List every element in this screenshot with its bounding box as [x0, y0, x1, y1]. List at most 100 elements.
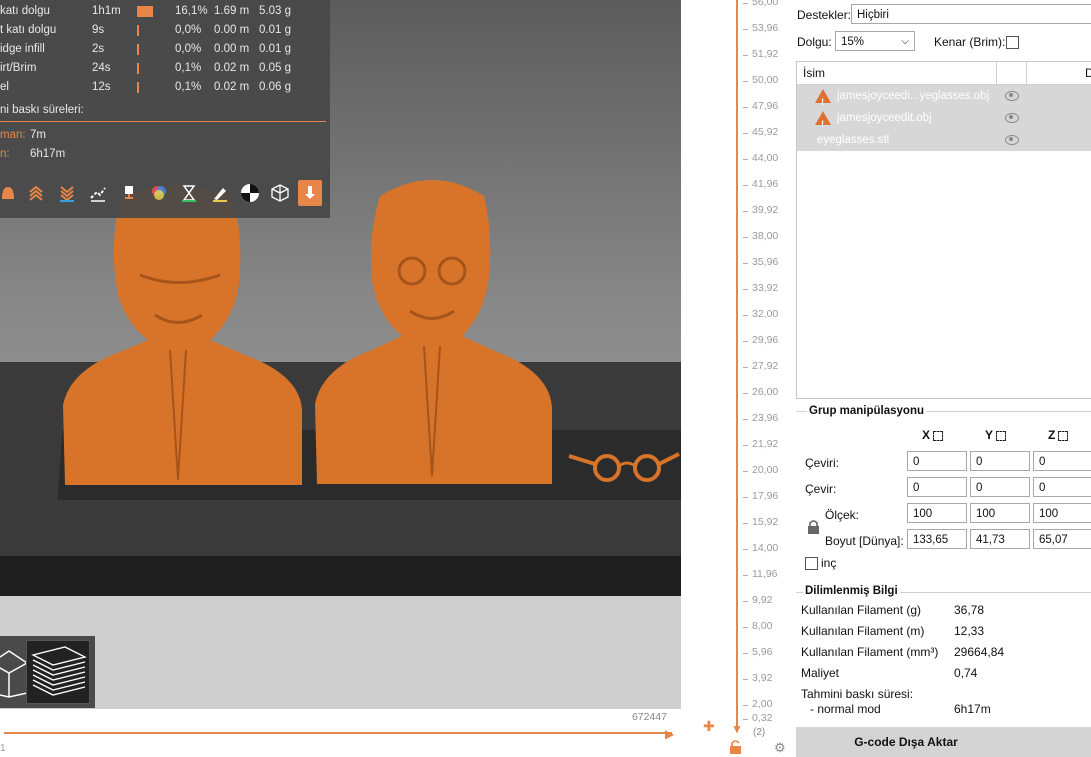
- layer-tick-label: 41,96: [752, 178, 779, 190]
- bottom-layer-icon[interactable]: [55, 180, 79, 206]
- travel-moves-icon[interactable]: [86, 180, 110, 206]
- export-gcode-button[interactable]: G-code Dışa Aktar: [796, 727, 1091, 757]
- inch-checkbox[interactable]: [805, 557, 818, 570]
- bust-model-left[interactable]: [60, 180, 305, 490]
- layer-tick-label: 51,92: [752, 48, 779, 60]
- estimate-row: man: 7m: [0, 126, 330, 144]
- layer-slider-handle-icon[interactable]: ▼: [731, 722, 743, 736]
- shell-icon[interactable]: [0, 180, 20, 206]
- bust-model-right[interactable]: [312, 176, 557, 488]
- layer-slider[interactable]: 56,00 53,96 51,92 50,00 47,96 45,92 44,00 41,96…: [681, 0, 791, 757]
- rotate-z-input[interactable]: 0: [1033, 477, 1091, 497]
- hourglass-icon[interactable]: [177, 180, 201, 206]
- stats-separator: [0, 121, 326, 122]
- export-icon[interactable]: [298, 180, 322, 206]
- move-slider[interactable]: 672447 ▶ 1: [0, 709, 681, 757]
- supports-label: Destekler:: [797, 8, 852, 22]
- layer-slider-track[interactable]: [736, 0, 738, 732]
- layer-tick-mark: [743, 445, 748, 446]
- move-counter: 672447: [631, 711, 667, 723]
- translate-y-input[interactable]: 0: [970, 451, 1030, 471]
- size-y-input[interactable]: 41,73: [970, 529, 1030, 549]
- preview-layers-button[interactable]: [26, 640, 90, 704]
- eyeglasses-model[interactable]: [565, 448, 681, 488]
- stats-row: katı dolgu 1h1m 16,1% 1.69 m 5.03 g: [0, 2, 330, 20]
- estimate-value: 6h17m: [30, 148, 66, 160]
- axis-box-icon: [1058, 430, 1069, 441]
- brim-checkbox[interactable]: [1006, 36, 1019, 49]
- infill-select[interactable]: 15% ⌵: [835, 31, 915, 51]
- move-slider-start: 1: [0, 743, 6, 754]
- rotate-label: Çevir:: [805, 482, 837, 496]
- layer-tick-label: 17,96: [752, 490, 779, 502]
- paint-edit-icon[interactable]: [208, 180, 232, 206]
- sliced-info-title: Dilimlenmiş Bilgi: [803, 585, 900, 597]
- list-item[interactable]: jamesjoyceedi...yeglasses.obj: [797, 85, 1091, 113]
- size-z-input[interactable]: 65,07: [1033, 529, 1091, 549]
- axis-x-label: X: [922, 428, 931, 442]
- rotate-x-input[interactable]: 0: [907, 477, 967, 497]
- stats-row: irt/Brim 24s 0,1% 0.02 m 0.05 g: [0, 59, 330, 77]
- seam-icon[interactable]: [238, 180, 262, 206]
- feature-color-swatch: [137, 63, 139, 74]
- move-slider-track[interactable]: [4, 732, 672, 734]
- rotate-y-input[interactable]: 0: [970, 477, 1030, 497]
- feature-label: katı dolgu: [0, 5, 50, 17]
- feature-label: idge infill: [0, 43, 45, 55]
- translate-z-input[interactable]: 0: [1033, 451, 1091, 471]
- layer-tick-mark: [743, 341, 748, 342]
- layer-tick-label: 45,92: [752, 126, 779, 138]
- supports-select[interactable]: Hiçbiri: [851, 4, 1091, 24]
- scale-y-input[interactable]: 100: [970, 503, 1030, 523]
- layer-tick-mark: [743, 471, 748, 472]
- print-bed-edge: [0, 556, 681, 596]
- layer-tick-mark: [743, 315, 748, 316]
- move-slider-handle-icon[interactable]: ▶: [665, 727, 674, 741]
- size-x-input[interactable]: 133,65: [907, 529, 967, 549]
- layer-tick-mark: [743, 3, 748, 4]
- color-print-icon[interactable]: [147, 180, 171, 206]
- translate-x-input[interactable]: 0: [907, 451, 967, 471]
- extra-column-header[interactable]: D: [1085, 66, 1091, 80]
- layer-tick-label: 56,00: [752, 0, 779, 8]
- feature-length: 0.02 m: [214, 81, 250, 93]
- feature-color-swatch: [137, 6, 153, 17]
- axis-box-icon: [933, 430, 944, 441]
- estimate-title: ni baskı süreleri:: [0, 104, 84, 116]
- feature-time: 1h1m: [92, 5, 121, 17]
- info-value: 29664,84: [954, 645, 1005, 659]
- layer-tick-label: 2,00: [752, 698, 773, 710]
- axis-z-label: Z: [1048, 428, 1056, 442]
- layer-tick-mark: [743, 81, 748, 82]
- info-value: 12,33: [954, 624, 985, 638]
- estimate-row: n: 6h17m: [0, 145, 330, 163]
- layer-tick-mark: [743, 289, 748, 290]
- eye-icon[interactable]: [1005, 91, 1019, 101]
- list-item[interactable]: jamesjoyceedit.obj: [797, 107, 1091, 135]
- list-item[interactable]: eyeglasses.stl: [797, 129, 1091, 151]
- scale-lock-icon[interactable]: [807, 520, 820, 537]
- object-name: jamesjoyceedit.obj: [837, 112, 932, 124]
- 3d-viewport[interactable]: katı dolgu 1h1m 16,1% 1.69 m 5.03 g t ka…: [0, 0, 681, 709]
- feature-weight: 0.06 g: [259, 81, 291, 93]
- feature-percent: 0,0%: [175, 24, 202, 36]
- top-layer-icon[interactable]: [24, 180, 48, 206]
- eye-icon[interactable]: [1005, 113, 1019, 123]
- supports-icon[interactable]: [117, 180, 141, 206]
- info-label: Kullanılan Filament (m): [801, 624, 925, 638]
- axis-x-header: X: [922, 428, 944, 442]
- scale-z-input[interactable]: 100: [1033, 503, 1091, 523]
- view-cube-icon[interactable]: [268, 180, 292, 206]
- layer-tick-mark: [743, 601, 748, 602]
- normal-mode-value: 6h17m: [954, 702, 991, 716]
- estimate-label: man:: [0, 129, 26, 141]
- layer-tick-label: 23,96: [752, 412, 779, 424]
- name-column-header[interactable]: İsim: [803, 66, 825, 80]
- eye-icon[interactable]: [1005, 135, 1019, 145]
- scale-x-input[interactable]: 100: [907, 503, 967, 523]
- brim-label: Kenar (Brim):: [934, 35, 1006, 49]
- gear-icon[interactable]: ⚙: [774, 740, 786, 756]
- lock-icon[interactable]: [729, 740, 742, 757]
- add-color-change-icon[interactable]: ✚: [703, 718, 715, 735]
- layer-tick-mark: [743, 627, 748, 628]
